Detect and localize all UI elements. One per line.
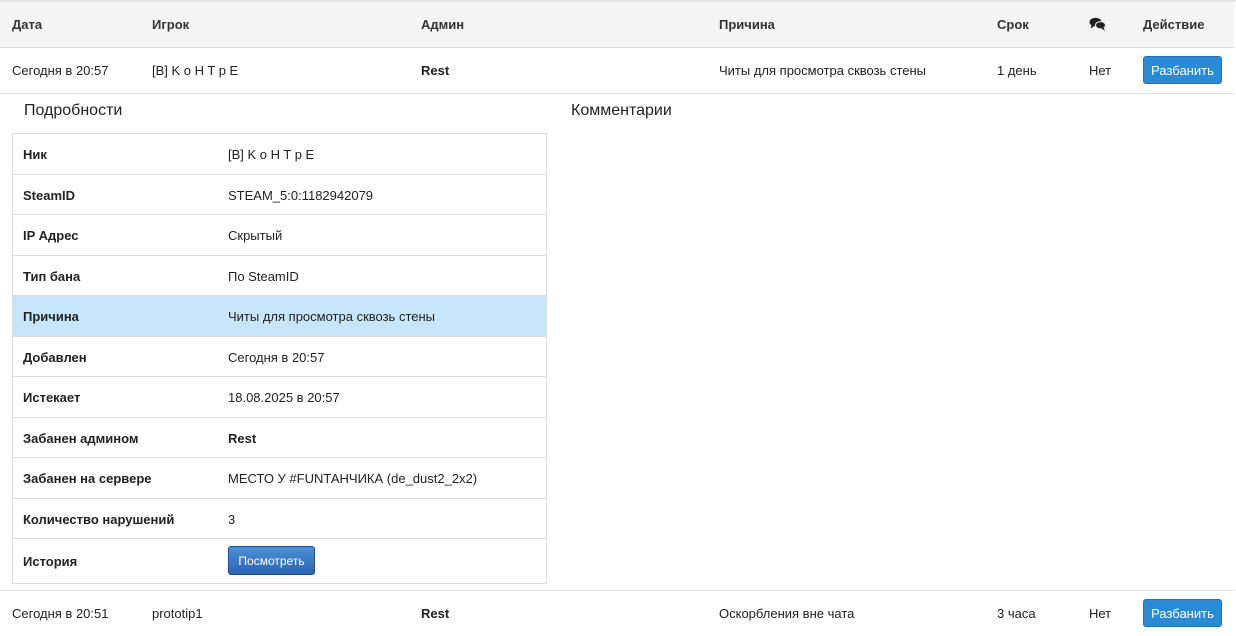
detail-value: Rest	[228, 430, 257, 446]
header-reason[interactable]: Причина	[719, 17, 775, 32]
detail-label: Добавлен	[23, 349, 87, 365]
detail-value: Скрытый	[228, 228, 283, 243]
detail-value: МЕСТО У #FUNТАНЧИКА (de_dust2_2x2)	[228, 471, 478, 486]
detail-row-reason: Причина Читы для просмотра сквозь стены	[13, 296, 546, 337]
header-term[interactable]: Срок	[997, 17, 1029, 32]
ban-player: [B] K o H T p E	[152, 63, 239, 78]
detail-label: Забанен админом	[23, 430, 139, 446]
header-action: Действие	[1143, 17, 1205, 32]
ban-term: 3 часа	[997, 606, 1036, 621]
ban-comments: Нет	[1089, 606, 1112, 621]
detail-label: Количество нарушений	[23, 511, 175, 527]
detail-value: STEAM_5:0:1182942079	[228, 187, 374, 203]
ban-row[interactable]: Сегодня в 20:51 prototip1 Rest Оскорблен…	[0, 591, 1234, 636]
detail-label: IP Адрес	[23, 228, 79, 243]
detail-label: История	[23, 554, 78, 569]
ban-row[interactable]: Сегодня в 20:57 [B] K o H T p E Rest Чит…	[0, 48, 1234, 94]
details-table: Ник [B] K o H T p E SteamID STEAM_5:0:11…	[12, 133, 547, 584]
detail-row-expires: Истекает 18.08.2025 в 20:57	[13, 377, 546, 418]
header-admin[interactable]: Админ	[421, 17, 464, 32]
detail-value: 18.08.2025 в 20:57	[228, 390, 340, 405]
detail-label: Ник	[23, 147, 47, 162]
details-title: Подробности	[24, 102, 123, 119]
detail-row-ban-type: Тип бана По SteamID	[13, 256, 546, 296]
comments-title: Комментарии	[571, 102, 672, 119]
bans-table-header: Дата Игрок Админ Причина Срок Действие	[0, 2, 1234, 48]
detail-label: Причина	[23, 309, 79, 324]
detail-label: Тип бана	[23, 268, 81, 284]
detail-value: Читы для просмотра сквозь стены	[228, 309, 436, 324]
ban-comments: Нет	[1089, 63, 1112, 78]
detail-row-nick: Ник [B] K o H T p E	[13, 134, 546, 175]
ban-reason: Оскорбления вне чата	[719, 606, 855, 621]
detail-row-steamid: SteamID STEAM_5:0:1182942079	[13, 175, 546, 215]
detail-value: [B] K o H T p E	[228, 147, 315, 162]
view-history-button[interactable]: Посмотреть	[228, 546, 315, 575]
detail-row-violations: Количество нарушений 3	[13, 499, 546, 539]
header-player[interactable]: Игрок	[152, 17, 189, 32]
detail-label: Истекает	[23, 390, 81, 405]
unban-button[interactable]: Разбанить	[1143, 599, 1222, 627]
detail-label: Забанен на сервере	[23, 471, 152, 486]
ban-player: prototip1	[152, 606, 203, 621]
detail-value: 3	[228, 511, 236, 527]
detail-value: По SteamID	[228, 268, 299, 284]
ban-date: Сегодня в 20:57	[12, 63, 109, 78]
ban-term: 1 день	[997, 63, 1037, 78]
header-date[interactable]: Дата	[12, 17, 42, 32]
detail-row-admin: Забанен админом Rest	[13, 418, 546, 458]
comments-icon	[1089, 17, 1106, 34]
ban-admin: Rest	[421, 606, 450, 621]
ban-details-panel: Подробности Комментарии Ник [B] K o H T …	[0, 93, 1234, 591]
unban-button[interactable]: Разбанить	[1143, 56, 1222, 84]
detail-row-history: История Посмотреть	[13, 539, 546, 583]
detail-row-ip: IP Адрес Скрытый	[13, 215, 546, 256]
detail-label: SteamID	[23, 187, 76, 203]
ban-reason: Читы для просмотра сквозь стены	[719, 63, 927, 78]
detail-row-server: Забанен на сервере МЕСТО У #FUNТАНЧИКА (…	[13, 458, 546, 499]
detail-row-added: Добавлен Сегодня в 20:57	[13, 337, 546, 377]
ban-admin: Rest	[421, 63, 450, 78]
detail-value: Сегодня в 20:57	[228, 349, 325, 365]
ban-date: Сегодня в 20:51	[12, 606, 109, 621]
